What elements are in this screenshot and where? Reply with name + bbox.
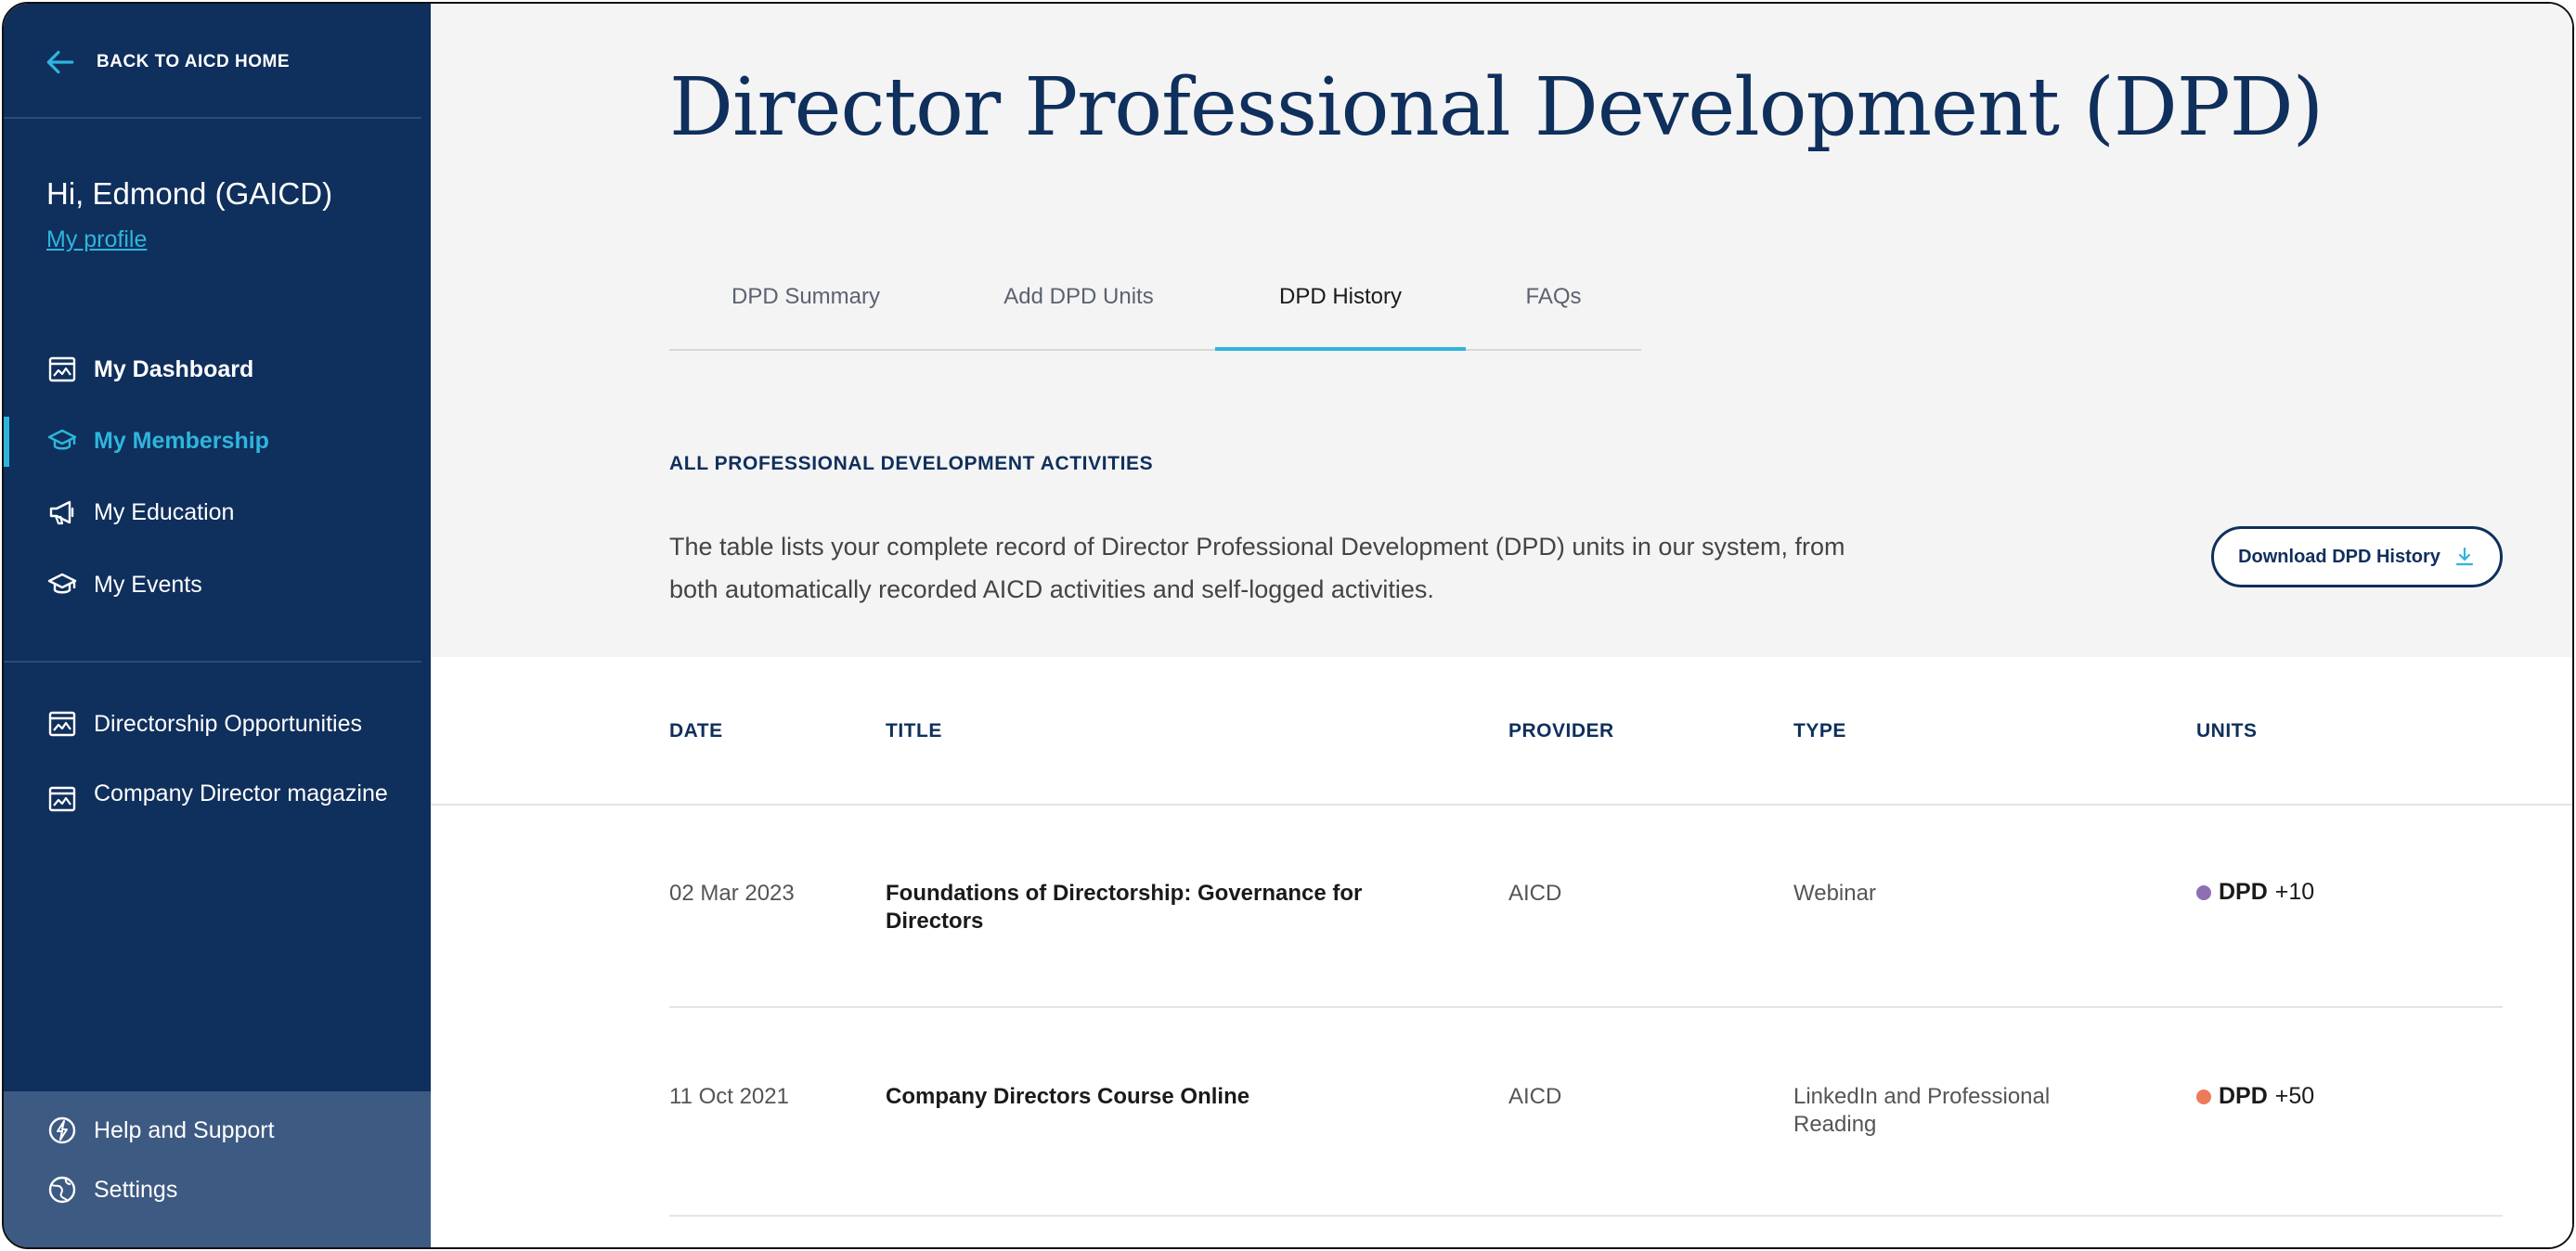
sidebar-item-company-director-magazine[interactable]: Company Director magazine (4, 770, 431, 845)
tab-faqs[interactable]: FAQs (1466, 256, 1641, 349)
tab-dpd-summary[interactable]: DPD Summary (669, 256, 942, 349)
sidebar-divider (4, 661, 421, 663)
page-header: Director Professional Development (DPD) … (431, 4, 2572, 657)
sidebar-item-label: My Dashboard (94, 355, 254, 382)
sidebar-bottom-panel: Help and Support Settings (4, 1091, 431, 1247)
back-link-label: BACK TO AICD HOME (97, 52, 290, 71)
table-header-divider (431, 804, 2572, 806)
arrow-left-icon (46, 50, 74, 74)
unit-dot (2196, 884, 2211, 900)
sidebar-item-education[interactable]: My Education (4, 483, 431, 542)
cell-provider: AICD (1508, 1084, 1562, 1109)
section-heading: ALL PROFESSIONAL DEVELOPMENT ACTIVITIES (669, 453, 1154, 474)
tab-dpd-history[interactable]: DPD History (1215, 256, 1466, 351)
tab-label: DPD History (1278, 284, 1402, 309)
row-divider (669, 1006, 2503, 1008)
column-header-provider: PROVIDER (1508, 720, 1614, 742)
sidebar-item-label: Help and Support (94, 1116, 275, 1143)
column-header-units: UNITS (2196, 720, 2258, 742)
unit-dot (2196, 1089, 2211, 1104)
unit-tag: DPD (2219, 879, 2268, 905)
dpd-tabs: DPD Summary Add DPD Units DPD History FA… (669, 256, 1641, 351)
sidebar-item-membership[interactable]: My Membership (4, 411, 431, 471)
sidebar-item-label: Company Director magazine (94, 780, 388, 806)
tab-label: FAQs (1525, 284, 1582, 309)
download-button-label: Download DPD History (2238, 546, 2440, 567)
download-dpd-history-button[interactable]: Download DPD History (2211, 526, 2503, 587)
page-title: Director Professional Development (DPD) (669, 61, 2324, 154)
cell-units: DPD +10 (2196, 879, 2314, 906)
chart-window-icon (46, 708, 78, 740)
lightning-circle-icon (46, 1115, 78, 1146)
cell-provider: AICD (1508, 881, 1562, 906)
chart-window-icon (46, 783, 78, 815)
tab-add-dpd-units[interactable]: Add DPD Units (942, 256, 1215, 349)
sidebar-divider (4, 117, 421, 119)
sidebar-item-help-and-support[interactable]: Help and Support (4, 1101, 431, 1160)
cell-title: Company Directors Course Online (886, 1084, 1250, 1109)
sidebar-item-events[interactable]: My Events (4, 555, 431, 614)
megaphone-icon (46, 497, 78, 528)
cell-type: Webinar (1793, 881, 1876, 906)
sidebar-item-label: My Events (94, 571, 202, 598)
cell-units: DPD +50 (2196, 1083, 2314, 1110)
main-content: Director Professional Development (DPD) … (431, 4, 2572, 1247)
cell-date: 11 Oct 2021 (669, 1084, 789, 1109)
sidebar: BACK TO AICD HOME Hi, Edmond (GAICD) My … (4, 4, 431, 1247)
sidebar-item-label: Settings (94, 1176, 178, 1203)
sidebar-item-dashboard[interactable]: My Dashboard (4, 340, 431, 399)
unit-value: +50 (2274, 1083, 2315, 1109)
globe-icon (46, 1174, 78, 1206)
sidebar-item-label: My Education (94, 498, 235, 525)
sidebar-item-label: My Membership (94, 427, 269, 454)
app-window: BACK TO AICD HOME Hi, Edmond (GAICD) My … (2, 2, 2574, 1249)
unit-value: +10 (2274, 879, 2315, 905)
chart-window-icon (46, 354, 78, 385)
cell-type: LinkedIn and Professional Reading (1793, 1084, 2051, 1137)
cell-title: Foundations of Directorship: Governance … (886, 881, 1363, 934)
cell-date: 02 Mar 2023 (669, 881, 795, 906)
user-greeting: Hi, Edmond (GAICD) (46, 176, 333, 211)
row-divider (669, 1215, 2503, 1217)
graduation-cap-icon (46, 569, 78, 600)
column-header-date: DATE (669, 720, 723, 742)
section-description: The table lists your complete record of … (669, 533, 1845, 603)
tab-label: DPD Summary (731, 284, 881, 309)
tab-label: Add DPD Units (1003, 284, 1154, 309)
sidebar-item-label: Directorship Opportunities (94, 710, 363, 737)
sidebar-item-settings[interactable]: Settings (4, 1160, 431, 1219)
back-to-home-link[interactable]: BACK TO AICD HOME (45, 46, 290, 78)
my-profile-link[interactable]: My profile (46, 226, 147, 253)
column-header-type: TYPE (1793, 720, 1846, 742)
sidebar-item-directorship-opportunities[interactable]: Directorship Opportunities (4, 694, 431, 754)
download-icon (2455, 547, 2473, 566)
unit-tag: DPD (2219, 1083, 2268, 1109)
graduation-cap-icon (46, 425, 78, 457)
column-header-title: TITLE (886, 720, 942, 742)
